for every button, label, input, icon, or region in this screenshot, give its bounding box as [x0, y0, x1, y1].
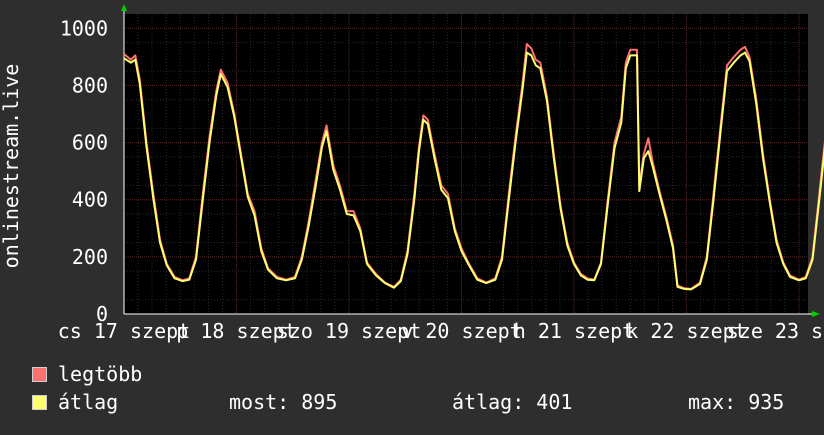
legend-swatch-max — [32, 367, 47, 382]
x-tick-label: v 20 szept — [401, 319, 521, 343]
plot-area — [124, 14, 808, 314]
y-axis-label: onlinestream.live — [0, 64, 23, 269]
y-tick-label: 800 — [72, 73, 108, 97]
x-tick-label: sze 23 szept — [727, 319, 824, 343]
x-tick-label: cs 17 szept — [58, 319, 190, 343]
legend-swatch-avg — [32, 395, 47, 410]
x-tick-label: szo 19 szept — [277, 319, 422, 343]
stat-max: max: 935 — [688, 390, 785, 414]
x-axis-arrow — [812, 311, 820, 317]
y-tick-label: 200 — [72, 245, 108, 269]
y-tick-label: 400 — [72, 188, 108, 212]
y-tick-label: 1000 — [60, 16, 108, 40]
y-axis-arrow — [121, 4, 127, 11]
legend-label-avg: átlag — [58, 390, 119, 414]
legend-label-max: legtöbb — [58, 362, 143, 386]
stat-now: most: 895 — [229, 390, 338, 414]
stat-average: átlag: 401 — [452, 390, 573, 414]
chart-stage: onlinestream.live 0 200 400 600 800 1000 cs 17… — [0, 0, 824, 430]
y-tick-label: 600 — [72, 131, 108, 155]
x-tick-label: h 21 szept — [514, 319, 634, 343]
